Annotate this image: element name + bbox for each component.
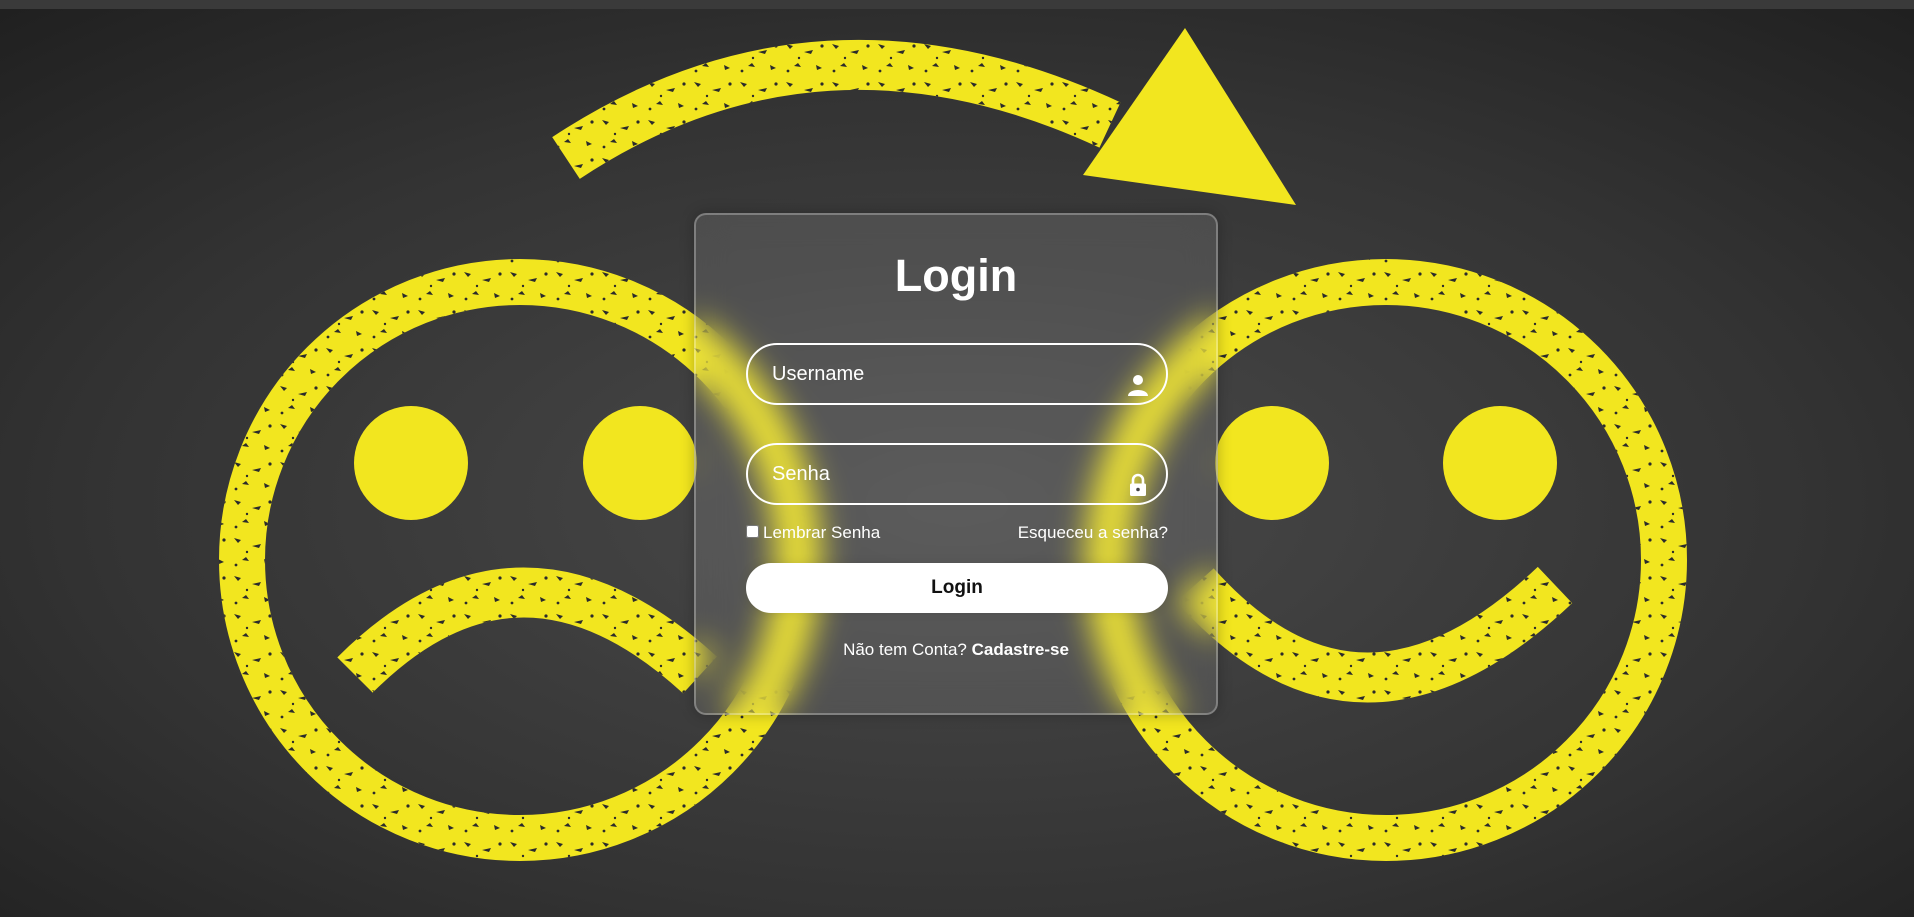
login-button[interactable]: Login <box>746 563 1168 613</box>
remember-password-option[interactable]: Lembrar Senha <box>746 523 880 543</box>
browser-top-strip <box>0 0 1914 9</box>
login-title: Login <box>894 250 1018 301</box>
register-link[interactable]: Cadastre-se <box>972 640 1069 659</box>
login-form: Login Lembrar Senha Esqueceu a senha? <box>694 213 1218 715</box>
user-icon <box>1128 375 1148 396</box>
login-options-row: Lembrar Senha Esqueceu a senha? <box>746 523 1168 547</box>
username-input[interactable] <box>748 345 1166 403</box>
remember-password-label: Lembrar Senha <box>763 523 881 542</box>
password-input[interactable] <box>748 445 1166 503</box>
forgot-password-link[interactable]: Esqueceu a senha? <box>1018 523 1168 543</box>
password-field-box <box>746 443 1168 505</box>
lock-icon <box>1130 473 1146 496</box>
username-field-box <box>746 343 1168 405</box>
register-prompt-row: Não tem Conta? Cadastre-se <box>696 640 1216 660</box>
login-page: Login Lembrar Senha Esqueceu a senha? <box>0 0 1914 917</box>
remember-password-checkbox[interactable] <box>746 525 759 538</box>
register-prompt-text: Não tem Conta? <box>843 640 967 659</box>
